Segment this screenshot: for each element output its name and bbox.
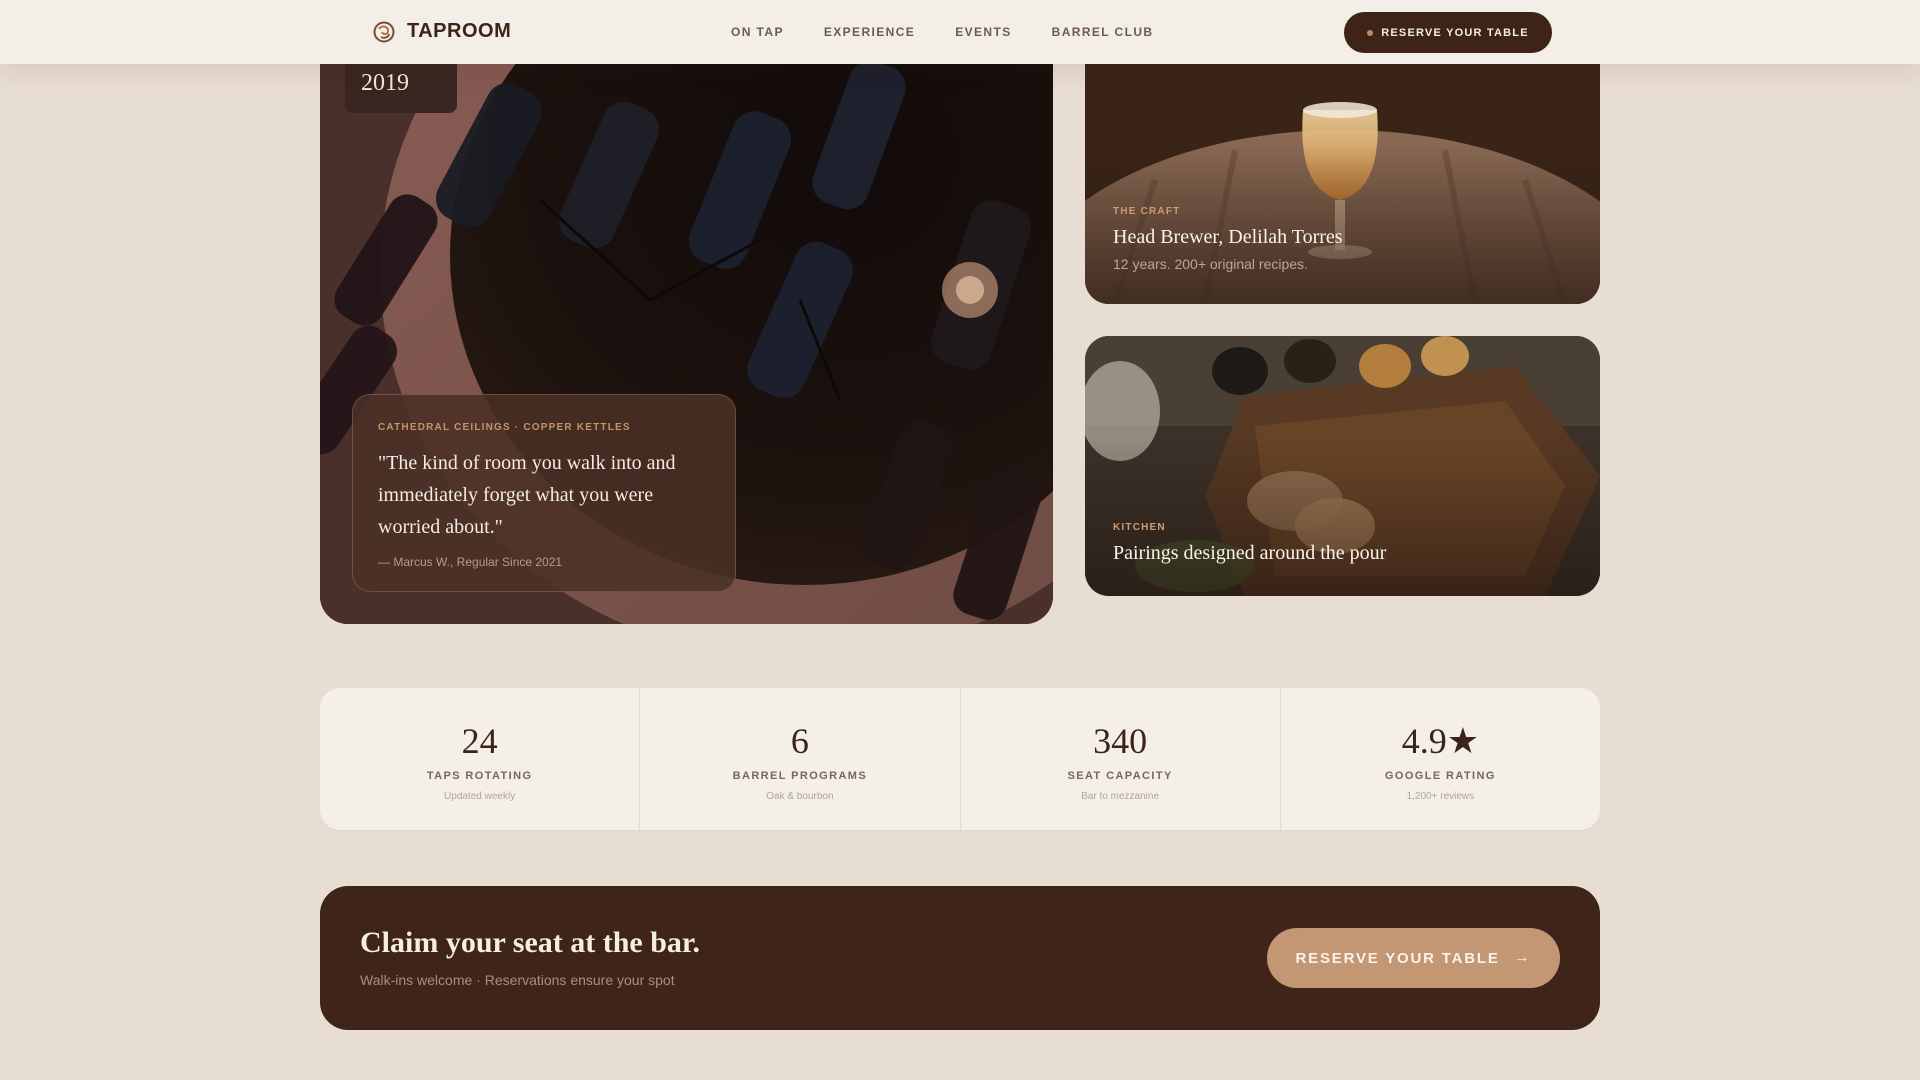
nav-links: ON TAP EXPERIENCE EVENTS BARREL CLUB: [731, 25, 1193, 39]
testimonial-author: — Marcus W., Regular Since 2021: [378, 555, 563, 569]
hop-logo-icon: [373, 21, 395, 42]
brand-logo[interactable]: TAPROOM: [373, 20, 511, 43]
kitchen-eyebrow: KITCHEN: [1113, 522, 1166, 533]
stat-label: SEAT CAPACITY: [1067, 770, 1173, 782]
top-nav: TAPROOM ON TAP EXPERIENCE EVENTS BARREL …: [0, 0, 1920, 64]
stat-value: 340: [1093, 721, 1148, 761]
stat-value: 6: [790, 721, 809, 761]
kitchen-card-overlay: [1085, 440, 1600, 596]
cta-subtitle: Walk-ins welcome · Reservations ensure y…: [360, 972, 675, 988]
nav-link-on-tap[interactable]: ON TAP: [731, 25, 784, 39]
stat-label: BARREL PROGRAMS: [732, 770, 868, 782]
stat-sub: Bar to mezzanine: [1081, 791, 1160, 802]
dot-icon: [1367, 29, 1374, 36]
stat-barrel-programs: 6 BARREL PROGRAMS Oak & bourbon: [640, 688, 961, 830]
kitchen-card-text: KITCHEN Pairings designed around the pou…: [1113, 522, 1386, 565]
craft-title: Head Brewer, Delilah Torres: [1113, 226, 1343, 248]
kitchen-title: Pairings designed around the pour: [1113, 542, 1387, 564]
craft-eyebrow: THE CRAFT: [1113, 206, 1181, 217]
craft-card-text: THE CRAFT Head Brewer, Delilah Torres 12…: [1113, 206, 1343, 272]
stat-value: 24: [461, 721, 498, 761]
stat-label: GOOGLE RATING: [1384, 770, 1496, 782]
stat-sub: Oak & bourbon: [766, 791, 834, 802]
reserve-table-nav-button[interactable]: RESERVE YOUR TABLE: [1344, 12, 1552, 53]
nav-link-events[interactable]: EVENTS: [955, 25, 1011, 39]
testimonial-quote: "The kind of room you walk into and imme…: [378, 452, 676, 538]
craft-card[interactable]: THE CRAFT Head Brewer, Delilah Torres 12…: [1085, 40, 1600, 304]
brand-name: TAPROOM: [407, 20, 512, 42]
stat-google-rating: 4.9★ GOOGLE RATING 1,200+ reviews: [1281, 688, 1600, 830]
reserve-table-label: RESERVE YOUR TABLE: [1295, 949, 1500, 967]
stat-taps: 24 TAPS ROTATING Updated weekly: [320, 688, 641, 830]
reservation-cta-banner: Claim your seat at the bar. Walk-ins wel…: [320, 886, 1600, 1030]
stat-value: 4.9★: [1401, 721, 1480, 761]
hero-image-card: CATHEDRAL CEILINGS · COPPER KETTLES "The…: [320, 40, 1053, 624]
kitchen-card[interactable]: KITCHEN Pairings designed around the pou…: [1085, 336, 1600, 596]
stats-panel: 24 TAPS ROTATING Updated weekly 6 BARREL…: [320, 688, 1600, 830]
reserve-table-button[interactable]: RESERVE YOUR TABLE →: [1267, 928, 1560, 988]
year-tag: 2019: [345, 58, 457, 113]
stat-sub: 1,200+ reviews: [1406, 791, 1475, 802]
arrow-right-icon: →: [1513, 949, 1532, 966]
stat-seat-capacity: 340 SEAT CAPACITY Bar to mezzanine: [961, 688, 1281, 830]
craft-subtitle: 12 years. 200+ original recipes.: [1113, 256, 1308, 272]
nav-link-barrel-club[interactable]: BARREL CLUB: [1052, 25, 1154, 39]
testimonial-card: CATHEDRAL CEILINGS · COPPER KETTLES "The…: [352, 394, 736, 592]
stat-label: TAPS ROTATING: [426, 770, 533, 782]
reserve-table-nav-label: RESERVE YOUR TABLE: [1381, 26, 1529, 39]
testimonial-eyebrow: CATHEDRAL CEILINGS · COPPER KETTLES: [378, 422, 631, 433]
cta-title: Claim your seat at the bar.: [360, 926, 700, 959]
nav-link-experience[interactable]: EXPERIENCE: [824, 25, 915, 39]
stat-sub: Updated weekly: [444, 791, 516, 802]
